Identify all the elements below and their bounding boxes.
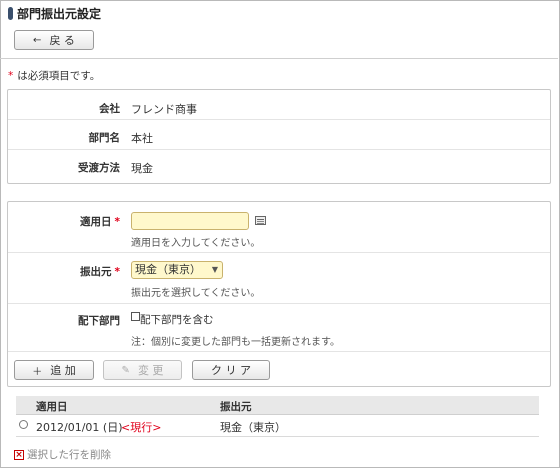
clear-button[interactable]: ク リ ア xyxy=(192,360,270,380)
issuer-help: 振出元を選択してください。 xyxy=(131,288,261,299)
title-marker xyxy=(8,6,13,20)
required-star: * xyxy=(114,266,121,278)
include-subordinate-checkbox[interactable] xyxy=(131,312,140,321)
page-title: 部門振出元設定 xyxy=(17,6,102,21)
transfer-method-label: 受渡方法 xyxy=(78,162,120,174)
back-button[interactable]: ← 戻 る xyxy=(14,30,94,50)
row-divider xyxy=(8,351,550,352)
company-value: フレンド商事 xyxy=(131,103,197,116)
subordinate-label: 配下部門 xyxy=(78,315,120,327)
change-button-label: 変 更 xyxy=(137,364,164,377)
table-header: 適用日 振出元 xyxy=(16,396,539,415)
pencil-icon: ✎ xyxy=(121,364,130,376)
row-divider xyxy=(8,303,550,304)
arrow-left-icon: ← xyxy=(33,34,42,46)
delete-selected-row[interactable]: × 選択した行を削除 xyxy=(14,447,111,462)
transfer-method-value: 現金 xyxy=(131,162,153,175)
info-panel: 会社 フレンド商事 部門名 本社 受渡方法 現金 xyxy=(7,89,551,184)
row-divider xyxy=(8,119,550,120)
row-radio-button[interactable] xyxy=(19,420,28,429)
row-divider xyxy=(8,252,550,253)
row-date: 2012/01/01 (日) xyxy=(36,421,123,434)
issuer-selected-value: 現金（東京） xyxy=(135,263,201,276)
delete-selected-label: 選択した行を削除 xyxy=(27,449,111,461)
effective-date-label-text: 適用日 xyxy=(80,216,112,228)
issuer-label-text: 振出元 xyxy=(80,266,112,278)
required-note: * は必須項目です。 xyxy=(8,68,100,83)
table-row[interactable]: 2012/01/01 (日) <現行> 現金（東京） xyxy=(16,414,539,437)
calendar-icon[interactable] xyxy=(255,216,266,225)
delete-icon: × xyxy=(14,449,24,460)
row-current-status: <現行> xyxy=(121,421,162,434)
row-divider xyxy=(8,149,550,150)
issuer-select[interactable]: 現金（東京） ▼ xyxy=(131,261,223,279)
add-button[interactable]: ＋ 追 加 xyxy=(14,360,94,380)
row-issuer: 現金（東京） xyxy=(220,421,286,434)
issuer-label: 振出元 * xyxy=(8,264,120,279)
add-button-label: 追 加 xyxy=(50,364,76,377)
page-header: 部門振出元設定 xyxy=(8,5,101,21)
plus-icon: ＋ xyxy=(32,366,43,378)
include-subordinate-label[interactable]: 配下部門を含む xyxy=(140,312,214,327)
effective-date-help: 適用日を入力してください。 xyxy=(131,238,261,249)
divider xyxy=(0,58,558,59)
column-header-date: 適用日 xyxy=(36,401,68,413)
effective-date-label: 適用日 * xyxy=(8,214,120,229)
clear-button-label: ク リ ア xyxy=(211,364,251,377)
dropdown-arrow-icon: ▼ xyxy=(211,265,218,274)
back-button-label: 戻 る xyxy=(49,34,75,47)
column-header-issuer: 振出元 xyxy=(220,401,252,413)
department-label: 部門名 xyxy=(88,132,121,144)
subordinate-note: 注：個別に変更した部門も一括更新されます。 xyxy=(131,337,340,348)
required-star: * xyxy=(8,70,14,82)
company-label: 会社 xyxy=(99,103,120,115)
required-star: * xyxy=(114,216,121,228)
required-note-text: は必須項目です。 xyxy=(17,70,101,82)
effective-date-input[interactable] xyxy=(131,212,249,230)
department-value: 本社 xyxy=(131,132,153,145)
change-button[interactable]: ✎ 変 更 xyxy=(103,360,182,380)
